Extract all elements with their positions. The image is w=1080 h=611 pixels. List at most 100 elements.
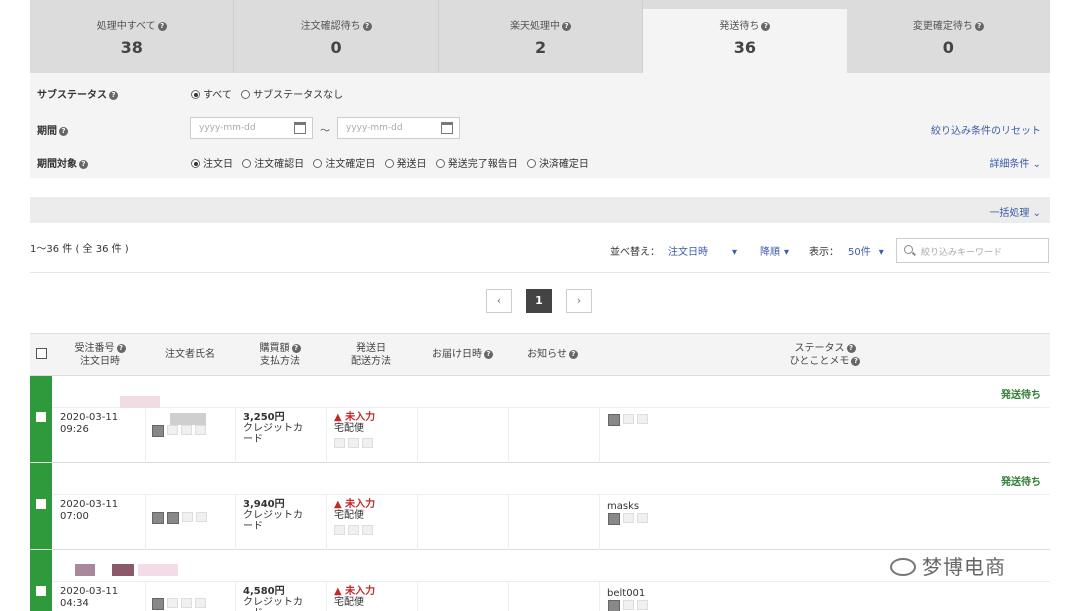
sort-field-select[interactable]: 注文日時 ▾ [668,243,737,258]
radio-ship-report-date[interactable]: 発送完了報告日 [435,155,518,170]
ship-info: ▲ 未入力 宅配便 [334,499,376,521]
tab-label: 注文確認待ち? [234,17,437,32]
order-amount: 4,580円クレジットカード [243,586,303,611]
box-icon[interactable] [334,438,345,448]
order-checkbox[interactable] [36,412,46,422]
help-icon[interactable]: ? [79,160,88,169]
mail-icon[interactable] [181,425,192,435]
order-memo[interactable]: masks [607,501,639,512]
status-icons [608,600,648,611]
order-row: 発送待ち 2020-03-11 07:00 3,940円 クレジットカード ▲ 未入… [30,463,1050,550]
order-amount: 3,250円 クレジットカード [243,412,303,445]
truck-icon[interactable] [362,525,373,535]
customer-icons [152,598,206,610]
note-icon[interactable] [637,414,648,424]
prev-page-button[interactable]: ‹ [486,289,512,313]
calendar-icon[interactable] [294,122,306,134]
note-icon[interactable] [637,600,648,610]
cell-divider [326,581,327,611]
info-icon[interactable] [195,425,206,435]
info-icon[interactable] [195,598,206,608]
tab-count: 36 [733,38,757,57]
help-icon[interactable]: ? [291,344,301,353]
order-status: 発送待ち [1001,390,1041,401]
tab-awaiting-confirmation[interactable]: 注文確認待ち? 0 [234,0,439,73]
tab-label: 楽天処理中? [439,17,642,32]
help-icon[interactable]: ? [974,22,984,31]
radio-order-date[interactable]: 注文日 [191,155,233,170]
radio-order-finalize-date[interactable]: 注文確定日 [313,155,375,170]
tab-all-processing[interactable]: 処理中すべて? 38 [30,0,235,73]
current-page[interactable]: 1 [526,289,552,313]
radio-icon [242,159,252,168]
help-icon[interactable]: ? [846,344,856,353]
order-checkbox[interactable] [36,499,46,509]
sort-order-select[interactable]: 降順 ▾ [760,243,789,258]
col-notice: お知らせ? [525,348,580,361]
mail-icon[interactable] [608,513,620,525]
radio-payment-date[interactable]: 決済確定日 [526,155,589,170]
redacted-customer [75,564,95,576]
ship-info: ▲ 未入力 宅配便 [334,586,376,608]
bulk-action-dropdown[interactable]: 一括処理 ⌄ [989,204,1041,219]
mail-icon[interactable] [608,414,620,426]
mail-icon[interactable] [608,600,620,611]
note-icon[interactable] [623,414,634,424]
order-datetime[interactable]: 2020-03-11 04:34 [60,586,118,610]
col-status: ステータス? ひとことメモ? [785,342,865,368]
tab-rakuten-processing[interactable]: 楽天処理中? 2 [439,0,644,73]
customer-icons [152,425,206,437]
date-from-placeholder: yyyy-mm-dd [199,123,256,133]
help-icon[interactable]: ? [109,91,118,100]
help-icon[interactable]: ? [562,22,572,31]
row-divider [52,407,1050,408]
next-page-button[interactable]: › [566,289,592,313]
detail-conditions-link[interactable]: 詳細条件 ⌄ [989,155,1041,170]
help-icon[interactable]: ? [851,357,861,366]
mail-icon[interactable] [182,512,193,522]
info-icon[interactable] [196,512,207,522]
phone-icon[interactable] [167,598,178,608]
note-icon[interactable] [623,513,634,523]
dropdown-arrow-icon: ▾ [732,247,738,258]
select-all-checkbox[interactable] [36,348,47,363]
calendar-icon[interactable] [348,525,359,535]
per-page-select[interactable]: 50件 ▾ [848,243,884,258]
order-datetime[interactable]: 2020-03-11 07:00 [60,499,118,523]
calendar-icon[interactable] [348,438,359,448]
help-icon[interactable]: ? [362,22,372,31]
phone-icon[interactable] [167,512,179,524]
note-icon[interactable] [637,513,648,523]
radio-substatus-all[interactable]: すべて [191,86,232,101]
order-datetime[interactable]: 2020-03-11 09:26 [60,412,118,436]
order-memo[interactable]: belt001 [607,588,645,599]
calendar-icon[interactable] [441,122,453,134]
search-placeholder: 絞り込みキーワード [921,248,1003,258]
help-icon[interactable]: ? [484,350,493,359]
order-checkbox[interactable] [36,586,46,596]
help-icon[interactable]: ? [761,22,771,31]
user-icon[interactable] [152,512,164,524]
reset-filters-link[interactable]: 絞り込み条件のリセット [931,122,1041,137]
tab-awaiting-shipment[interactable]: 発送待ち? 36 [643,9,847,73]
help-icon[interactable]: ? [116,344,126,353]
radio-substatus-none[interactable]: サブステータスなし [241,86,343,101]
user-icon[interactable] [152,598,164,610]
radio-order-confirm-date[interactable]: 注文確認日 [242,155,304,170]
date-to-input[interactable]: yyyy-mm-dd [337,117,460,139]
help-icon[interactable]: ? [157,22,167,31]
radio-ship-date[interactable]: 発送日 [384,155,427,170]
note-icon[interactable] [623,600,634,610]
tab-awaiting-change-confirmation[interactable]: 変更確定待ち? 0 [847,0,1050,73]
user-icon[interactable] [152,425,164,437]
help-icon[interactable]: ? [59,127,68,136]
truck-icon[interactable] [362,438,373,448]
date-from-input[interactable]: yyyy-mm-dd [190,117,313,139]
period-target-label: 期間対象? [37,155,88,170]
mail-icon[interactable] [181,598,192,608]
keyword-search-input[interactable]: 絞り込みキーワード [896,238,1049,263]
help-icon[interactable]: ? [568,350,578,359]
phone-icon[interactable] [167,425,178,435]
box-icon[interactable] [334,525,345,535]
ship-info: ▲ 未入力 宅配便 [334,412,376,434]
